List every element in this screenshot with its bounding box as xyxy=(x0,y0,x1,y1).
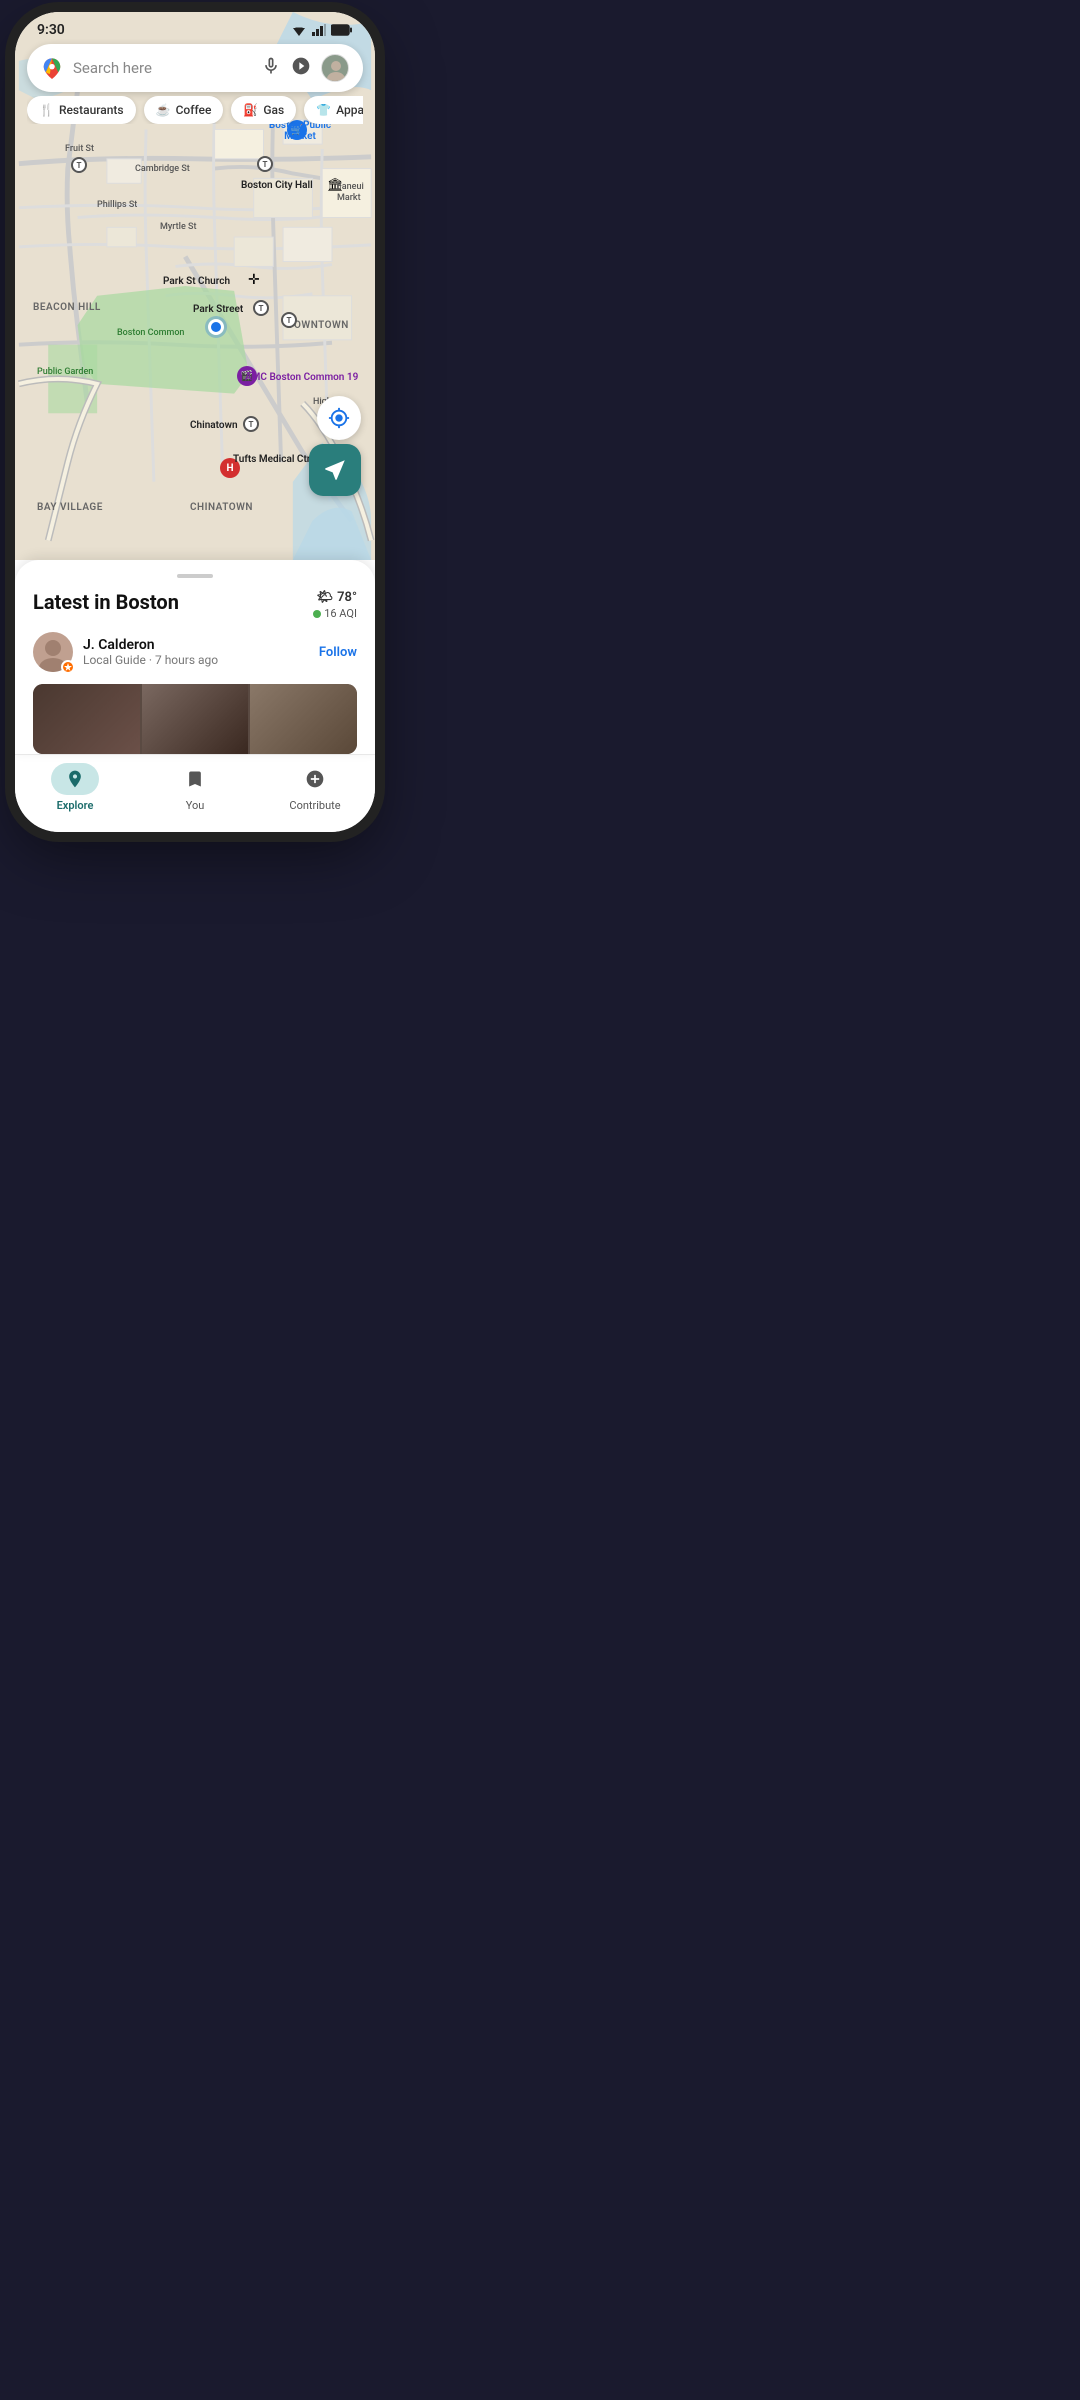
aqi-value: 16 AQI xyxy=(324,607,357,620)
chip-gas[interactable]: ⛽ Gas xyxy=(231,96,296,124)
my-location-button[interactable] xyxy=(317,396,361,440)
gas-icon: ⛽ xyxy=(243,103,258,117)
guide-time: 7 hours ago xyxy=(155,653,218,667)
explore-icon-wrap xyxy=(51,763,99,795)
local-guide-badge-icon xyxy=(61,660,75,674)
contribute-label: Contribute xyxy=(289,799,340,812)
chip-coffee-label: Coffee xyxy=(176,103,212,117)
nav-explore[interactable]: Explore xyxy=(15,763,135,812)
nav-you[interactable]: You xyxy=(135,763,255,812)
chip-gas-label: Gas xyxy=(263,103,284,117)
search-bar[interactable]: Search here xyxy=(27,44,363,92)
chip-restaurants-label: Restaurants xyxy=(59,103,124,117)
user-avatar[interactable] xyxy=(321,54,349,82)
photo-3 xyxy=(250,684,357,754)
navigate-button[interactable] xyxy=(309,444,361,496)
google-maps-logo-icon xyxy=(41,57,63,79)
restaurants-icon: 🍴 xyxy=(39,103,54,117)
status-icons xyxy=(291,24,353,36)
guide-name: J. Calderon xyxy=(83,637,309,653)
apparel-icon: 👕 xyxy=(316,103,331,117)
photo-2 xyxy=(142,684,249,754)
user-location-dot xyxy=(208,319,224,335)
panel-title: Latest in Boston xyxy=(33,590,179,614)
weather-icon: 🌤 xyxy=(317,590,334,605)
tufts-poi[interactable]: H xyxy=(220,458,240,478)
amc-poi[interactable]: 🎬 xyxy=(237,366,257,386)
you-icon-wrap xyxy=(171,763,219,795)
contribute-icon-wrap xyxy=(291,763,339,795)
film-icon: 🎬 xyxy=(237,366,257,386)
bottom-panel: Latest in Boston 🌤 78° 16 AQI xyxy=(15,560,375,754)
category-chips: 🍴 Restaurants ☕ Coffee ⛽ Gas 👕 Apparel xyxy=(27,96,363,124)
photo-strip[interactable] xyxy=(33,684,357,754)
guide-meta: Local Guide · 7 hours ago xyxy=(83,653,309,667)
transit-downtown-icon: T xyxy=(281,312,297,328)
guide-avatar-wrap xyxy=(33,632,73,672)
follow-button[interactable]: Follow xyxy=(319,645,357,660)
panel-drag-handle[interactable] xyxy=(177,574,213,578)
church-icon: ✛ xyxy=(248,272,260,288)
guide-card: J. Calderon Local Guide · 7 hours ago Fo… xyxy=(33,632,357,672)
chip-apparel[interactable]: 👕 Apparel xyxy=(304,96,363,124)
weather-temp-value: 78° xyxy=(337,590,357,605)
microphone-icon[interactable] xyxy=(261,56,281,81)
chip-apparel-label: Apparel xyxy=(336,103,363,117)
coffee-icon: ☕ xyxy=(156,103,171,117)
transit-t2-icon: T xyxy=(257,156,273,172)
transit-t-icon: T xyxy=(71,157,87,173)
search-input[interactable]: Search here xyxy=(73,59,251,77)
city-hall-icon: 🏛 xyxy=(327,178,344,193)
transit-park-st-icon: T xyxy=(253,300,269,316)
photo-1 xyxy=(33,684,140,754)
bottom-nav: Explore You Contribute xyxy=(15,754,375,832)
aqi-dot xyxy=(313,610,321,618)
you-label: You xyxy=(186,799,205,812)
lens-icon[interactable] xyxy=(291,56,311,81)
chip-coffee[interactable]: ☕ Coffee xyxy=(144,96,224,124)
status-time: 9:30 xyxy=(37,22,65,38)
weather-badge: 🌤 78° 16 AQI xyxy=(313,590,357,620)
explore-label: Explore xyxy=(57,799,94,812)
nav-contribute[interactable]: Contribute xyxy=(255,763,375,812)
guide-role: Local Guide xyxy=(83,653,146,667)
guide-info: J. Calderon Local Guide · 7 hours ago xyxy=(83,637,309,667)
hospital-h-icon: H xyxy=(220,458,240,478)
chip-restaurants[interactable]: 🍴 Restaurants xyxy=(27,96,136,124)
transit-chinatown-icon: T xyxy=(243,416,259,432)
